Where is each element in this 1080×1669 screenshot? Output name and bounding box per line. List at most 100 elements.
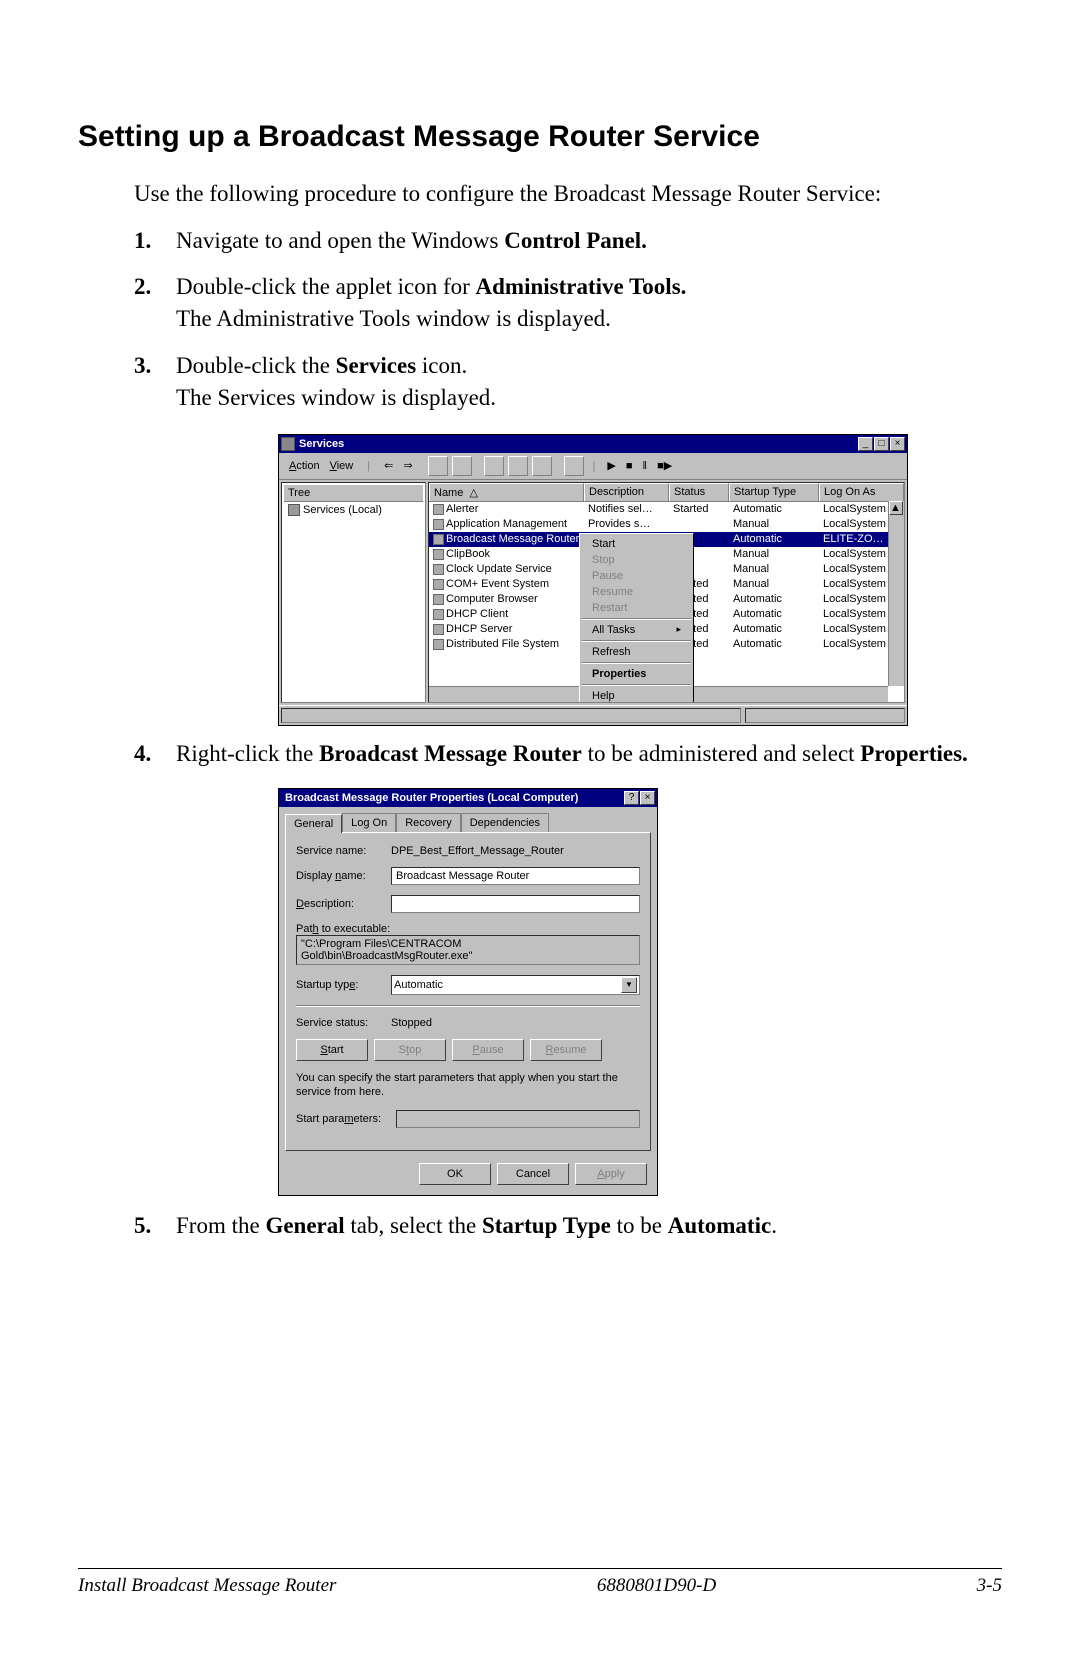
col-description[interactable]: Description (584, 483, 669, 501)
select-startup-type-value: Automatic (394, 979, 443, 991)
tab-general-body: Service name: DPE_Best_Effort_Message_Ro… (285, 832, 651, 1151)
ctx-all-tasks[interactable]: All Tasks (582, 622, 691, 638)
step-4-text-d: Properties. (860, 741, 968, 766)
label-service-status: Service status: (296, 1017, 391, 1029)
input-description[interactable] (391, 895, 640, 913)
page-footer: Install Broadcast Message Router 6880801… (78, 1568, 1002, 1597)
step-2-text-a: Double-click the applet icon for (176, 274, 476, 299)
service-row[interactable]: Application ManagementProvides s…ManualL… (429, 517, 904, 532)
context-menu: Start Stop Pause Resume Restart All Task… (579, 533, 694, 703)
step-4: 4. Right-click the Broadcast Message Rou… (134, 738, 1002, 770)
tab-general[interactable]: General (285, 814, 342, 833)
value-service-status: Stopped (391, 1017, 640, 1029)
input-start-params (396, 1110, 640, 1128)
label-service-name: Service name: (296, 845, 391, 857)
services-titlebar: Services _ □ × (279, 435, 907, 453)
maximize-button[interactable]: □ (874, 437, 889, 451)
step-4-text-a: Right-click the (176, 741, 319, 766)
minimize-button[interactable]: _ (858, 437, 873, 451)
vertical-scrollbar[interactable]: ▲ (888, 501, 904, 686)
select-startup-type[interactable]: Automatic ▼ (391, 975, 640, 995)
services-title-icon (281, 437, 295, 451)
menu-action[interactable]: AActionction (285, 459, 324, 473)
label-start-params: Start parameters: (296, 1113, 396, 1125)
toolbar-fwd-icon[interactable]: ⇒ (399, 458, 416, 473)
service-icon (433, 564, 444, 575)
step-2: 2. Double-click the applet icon for Admi… (134, 271, 1002, 335)
toolbar-restart-icon[interactable]: ■▶ (653, 458, 676, 473)
toolbar-btn-3[interactable] (484, 456, 504, 476)
input-display-name[interactable]: Broadcast Message Router (391, 867, 640, 885)
dialog-help-button[interactable]: ? (624, 791, 639, 805)
properties-dialog: Broadcast Message Router Properties (Loc… (278, 788, 658, 1196)
step-5-text-c: tab, select the (345, 1213, 482, 1238)
btn-start[interactable]: Start (296, 1039, 368, 1061)
ctx-stop: Stop (582, 552, 691, 568)
toolbar-stop-icon[interactable]: ■ (622, 459, 637, 473)
intro-text: Use the following procedure to configure… (134, 178, 1002, 209)
gear-icon (288, 504, 300, 516)
label-startup-type: Startup type: (296, 979, 391, 991)
status-box-2 (745, 708, 905, 723)
close-button[interactable]: × (890, 437, 905, 451)
scroll-up-icon[interactable]: ▲ (889, 501, 903, 515)
toolbar-btn-4[interactable] (508, 456, 528, 476)
step-2-text-b: Administrative Tools. (476, 274, 687, 299)
btn-ok[interactable]: OK (419, 1163, 491, 1185)
step-5-text-b: General (265, 1213, 344, 1238)
services-list: Name △ Description Status Startup Type L… (428, 482, 905, 703)
chevron-down-icon[interactable]: ▼ (621, 977, 637, 993)
toolbar-play-icon[interactable]: ▶ (603, 458, 619, 473)
btn-pause: Pause (452, 1039, 524, 1061)
dialog-title-text: Broadcast Message Router Properties (Loc… (281, 792, 623, 804)
step-5-text-g: . (771, 1213, 777, 1238)
step-2-num: 2. (134, 271, 151, 303)
step-1-text-b: Control Panel. (504, 228, 647, 253)
service-icon (433, 504, 444, 515)
tree-item-label: Services (Local) (303, 504, 382, 516)
toolbar-btn-5[interactable] (532, 456, 552, 476)
col-name[interactable]: Name △ (429, 483, 584, 501)
step-4-text-c: to be administered and select (582, 741, 860, 766)
dialog-close-button[interactable]: × (640, 791, 655, 805)
step-1-num: 1. (134, 225, 151, 257)
value-service-name: DPE_Best_Effort_Message_Router (391, 845, 640, 857)
col-startup-type[interactable]: Startup Type (729, 483, 819, 501)
properties-dialog-figure: Broadcast Message Router Properties (Loc… (278, 788, 1002, 1196)
btn-stop: Stop (374, 1039, 446, 1061)
tab-dependencies[interactable]: Dependencies (461, 813, 549, 832)
tree-item-services-local[interactable]: Services (Local) (284, 502, 423, 518)
note-start-params: You can specify the start parameters tha… (296, 1071, 640, 1100)
step-4-num: 4. (134, 738, 151, 770)
ctx-help[interactable]: Help (582, 688, 691, 703)
menu-view[interactable]: View (326, 459, 358, 473)
tab-log-on[interactable]: Log On (342, 813, 396, 832)
toolbar-btn-6[interactable] (564, 456, 584, 476)
ctx-resume: Resume (582, 584, 691, 600)
btn-cancel[interactable]: Cancel (497, 1163, 569, 1185)
col-status[interactable]: Status (669, 483, 729, 501)
ctx-properties[interactable]: Properties (582, 666, 691, 682)
services-window-figure: Services _ □ × AActionction View | ⇐ ⇒ |… (278, 434, 1002, 726)
service-row[interactable]: AlerterNotifies sel…StartedAutomaticLoca… (429, 502, 904, 517)
toolbar-back-icon[interactable]: ⇐ (380, 458, 397, 473)
services-title-text: Services (299, 438, 857, 450)
dialog-footer: OK Cancel Apply (279, 1157, 657, 1195)
tab-recovery[interactable]: Recovery (396, 813, 460, 832)
toolbar-pause-icon[interactable]: ‖ (639, 459, 652, 473)
footer-mid: 6880801D90-D (597, 1575, 716, 1597)
ctx-pause: Pause (582, 568, 691, 584)
step-5-text-d: Startup Type (482, 1213, 611, 1238)
services-menubar: AActionction View | ⇐ ⇒ | ▶ ■ ‖ ■▶ (279, 453, 907, 480)
service-icon (433, 594, 444, 605)
col-log-on-as[interactable]: Log On As (819, 483, 904, 501)
ctx-start[interactable]: Start (582, 536, 691, 552)
list-header: Name △ Description Status Startup Type L… (429, 483, 904, 502)
services-window: Services _ □ × AActionction View | ⇐ ⇒ |… (278, 434, 908, 726)
toolbar-btn-1[interactable] (428, 456, 448, 476)
label-description: Description: (296, 898, 391, 910)
toolbar-btn-2[interactable] (452, 456, 472, 476)
ctx-refresh[interactable]: Refresh (582, 644, 691, 660)
step-5-text-a: From the (176, 1213, 265, 1238)
step-1: 1. Navigate to and open the Windows Cont… (134, 225, 1002, 257)
